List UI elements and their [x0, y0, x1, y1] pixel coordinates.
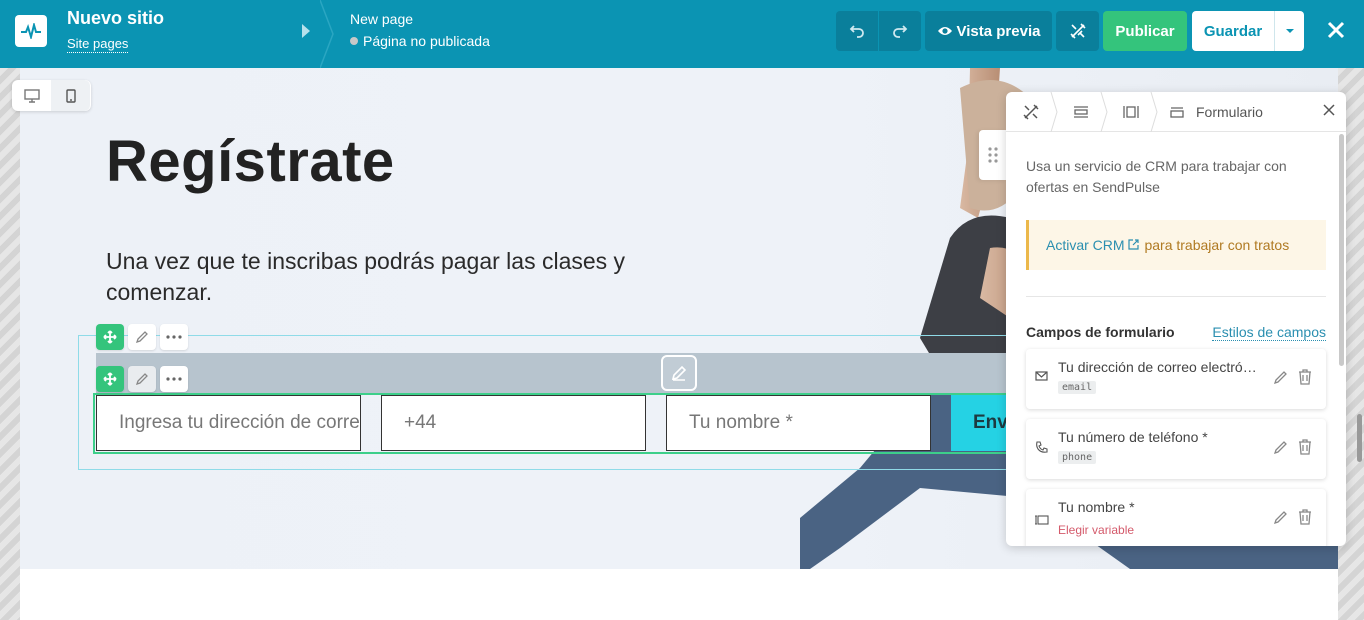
field-styles-link[interactable]: Estilos de campos — [1212, 324, 1326, 341]
choose-variable-link[interactable]: Elegir variable — [1058, 523, 1134, 537]
phone-icon — [1036, 441, 1048, 453]
close-icon — [1323, 104, 1335, 116]
breadcrumb-arrow-icon[interactable] — [302, 24, 310, 38]
block-more-button[interactable] — [160, 324, 188, 350]
pencil-icon — [135, 373, 148, 386]
hero-title[interactable]: Regístrate — [106, 128, 395, 195]
design-tools-button[interactable] — [1056, 11, 1099, 51]
eye-icon — [937, 27, 952, 35]
pencil-icon[interactable] — [1273, 510, 1288, 525]
form-field-item-email[interactable]: Tu dirección de correo electrónico * ema… — [1026, 349, 1326, 409]
column-icon — [1123, 105, 1139, 118]
preview-button[interactable]: Vista previa — [925, 11, 1052, 51]
desktop-view-button[interactable] — [12, 80, 51, 111]
tab-column[interactable] — [1106, 92, 1158, 132]
pencil-icon — [671, 365, 687, 381]
name-field[interactable]: Tu nombre * — [666, 395, 931, 451]
submit-button[interactable]: Enviar — [951, 395, 1011, 451]
breadcrumb-separator — [320, 0, 334, 68]
preview-label: Vista previa — [956, 22, 1041, 40]
external-link-icon — [1128, 239, 1140, 250]
site-name: Nuevo sitio — [67, 8, 165, 28]
pencil-icon[interactable] — [1273, 370, 1288, 385]
field-variable-tag: phone — [1058, 451, 1097, 464]
sendpulse-logo-icon[interactable] — [15, 15, 47, 47]
edit-block-button[interactable] — [128, 324, 156, 350]
pencil-icon — [135, 331, 148, 344]
site-pages-link[interactable]: Site pages — [67, 36, 129, 53]
edit-background-handle[interactable] — [661, 355, 697, 391]
form-block-background — [96, 353, 1006, 393]
panel-close-button[interactable] — [1322, 103, 1336, 122]
activate-crm-link[interactable]: Activar CRM — [1046, 237, 1140, 253]
save-dropdown-button[interactable] — [1274, 11, 1304, 51]
field-variable-tag: email — [1058, 381, 1097, 394]
undo-button[interactable] — [836, 11, 878, 51]
trash-icon[interactable] — [1298, 369, 1312, 385]
page-scrollbar[interactable] — [1357, 414, 1362, 462]
device-toggle — [12, 80, 91, 111]
form-icon — [1170, 106, 1184, 118]
field-item-title: Tu nombre * — [1058, 499, 1135, 515]
page-status: Página no publicada — [350, 33, 490, 49]
move-element-button[interactable] — [96, 366, 124, 392]
crm-description: Usa un servicio de CRM para trabajar con… — [1026, 158, 1287, 195]
next-section — [20, 569, 1338, 620]
panel-breadcrumb: Formulario — [1006, 92, 1346, 132]
phone-field[interactable]: +44 — [381, 395, 646, 451]
publish-button[interactable]: Publicar — [1103, 11, 1187, 51]
desktop-icon — [23, 88, 40, 103]
hero-subtitle[interactable]: Una vez que te inscribas podrás pagar la… — [106, 246, 646, 308]
mobile-icon — [65, 88, 76, 103]
form-fields-heading: Campos de formulario — [1026, 324, 1175, 340]
section-icon — [1074, 105, 1088, 118]
redo-icon — [893, 25, 908, 38]
move-icon — [103, 372, 117, 386]
tab-section[interactable] — [1056, 92, 1108, 132]
more-dots-icon — [166, 335, 182, 339]
tab-design[interactable] — [1006, 92, 1058, 132]
status-dot-icon — [350, 37, 358, 45]
close-icon — [1327, 21, 1345, 39]
tab-form-label: Formulario — [1196, 103, 1263, 120]
block-controls — [96, 324, 188, 350]
form-field-item-name[interactable]: Tu nombre * Elegir variable — [1026, 489, 1326, 546]
pencil-ruler-icon — [1023, 103, 1039, 120]
element-controls — [96, 366, 188, 392]
pencil-ruler-icon — [1069, 23, 1086, 39]
crm-notice: Activar CRM para trabajar con tratos — [1026, 220, 1326, 270]
field-item-title: Tu número de teléfono * — [1058, 429, 1208, 445]
move-block-button[interactable] — [96, 324, 124, 350]
close-editor-button[interactable] — [1322, 16, 1350, 44]
panel-divider — [1026, 296, 1326, 297]
text-field-icon — [1035, 515, 1049, 525]
undo-icon — [849, 25, 864, 38]
edit-element-button[interactable] — [128, 366, 156, 392]
panel-scrollbar[interactable] — [1339, 134, 1344, 366]
more-dots-icon — [166, 377, 182, 381]
form-field-item-phone[interactable]: Tu número de teléfono * phone — [1026, 419, 1326, 479]
trash-icon[interactable] — [1298, 509, 1312, 525]
envelope-icon — [1035, 371, 1048, 381]
move-icon — [103, 330, 117, 344]
chevron-down-icon — [1285, 29, 1294, 33]
page-name: New page — [350, 11, 414, 27]
drag-handle-icon — [987, 147, 998, 163]
mobile-view-button[interactable] — [51, 80, 90, 111]
top-bar: Nuevo sitio Site pages New page Página n… — [0, 0, 1364, 68]
left-rail — [0, 68, 20, 620]
pencil-icon[interactable] — [1273, 440, 1288, 455]
email-field[interactable]: Ingresa tu dirección de correo electróni… — [96, 395, 361, 451]
element-more-button[interactable] — [160, 366, 188, 392]
settings-panel: Formulario Usa un servicio de CRM para t… — [1006, 92, 1346, 546]
trash-icon[interactable] — [1298, 439, 1312, 455]
field-item-title: Tu dirección de correo electrónico * — [1058, 359, 1258, 375]
crm-notice-text: para trabajar con tratos — [1144, 237, 1290, 253]
panel-drag-handle[interactable] — [979, 130, 1006, 180]
save-button[interactable]: Guardar — [1192, 11, 1274, 51]
redo-button[interactable] — [879, 11, 921, 51]
page-status-text: Página no publicada — [363, 33, 490, 49]
tab-form[interactable]: Formulario — [1156, 92, 1263, 132]
